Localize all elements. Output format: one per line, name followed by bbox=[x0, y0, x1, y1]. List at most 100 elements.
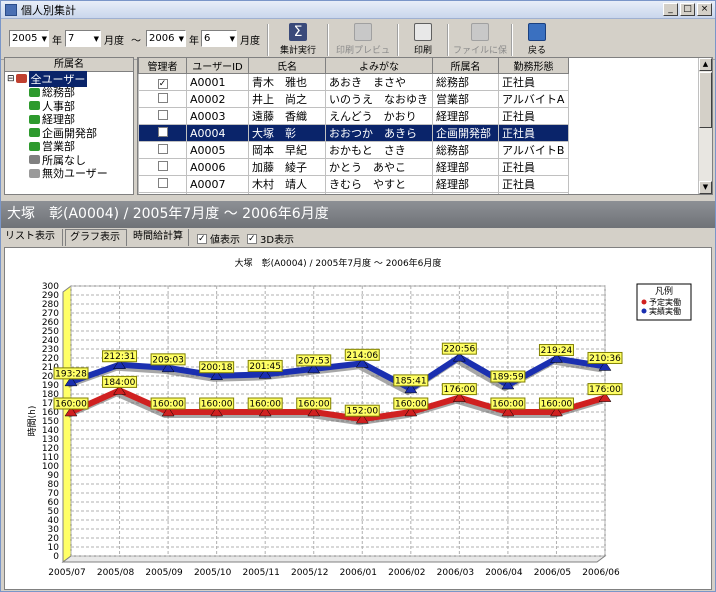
y-tick-label: 0 bbox=[53, 552, 59, 562]
to-month-select[interactable]: 6 ▼ bbox=[201, 30, 237, 47]
table-row[interactable]: A0004 大塚 彰おおつか あきら 企画開発部 正社員 bbox=[138, 124, 569, 142]
column-header[interactable]: 所属名 bbox=[432, 58, 499, 74]
cell-name: 岡本 早紀 bbox=[248, 141, 326, 159]
admin-cell[interactable] bbox=[138, 90, 187, 108]
tab-hourly-wage[interactable]: 時間給計算 bbox=[129, 229, 189, 246]
admin-cell[interactable] bbox=[138, 192, 187, 196]
cell-kana: いのうえ なおゆき bbox=[325, 90, 433, 108]
table-row[interactable]: A0002 井上 尚之 いのうえ なおゆき 営業部 アルバイトA bbox=[138, 90, 569, 108]
data-label: 152:00 bbox=[346, 407, 378, 417]
y-tick-label: 290 bbox=[42, 291, 59, 301]
close-button[interactable]: × bbox=[697, 3, 712, 16]
table-row[interactable]: A0005 岡本 早紀 おかもと さき 総務部 アルバイトB bbox=[138, 141, 569, 159]
y-tick-label: 190 bbox=[42, 381, 59, 391]
x-tick-label: 2006/04 bbox=[485, 568, 523, 578]
table-row[interactable]: A0003 遠藤 香織 えんどう かおり 経理部 正社員 bbox=[138, 107, 569, 125]
data-label: 160:00 bbox=[249, 400, 281, 410]
y-tick-label: 230 bbox=[42, 345, 59, 355]
maximize-button[interactable]: □ bbox=[680, 3, 695, 16]
legend-marker bbox=[641, 299, 647, 305]
show-values-checkbox[interactable]: ✓ 値表示 bbox=[197, 231, 240, 246]
cell-type: アルバイトB bbox=[498, 141, 569, 159]
tab-list[interactable]: リスト表示 bbox=[1, 229, 63, 246]
chevron-down-icon: ▼ bbox=[178, 35, 184, 43]
column-header[interactable]: よみがな bbox=[325, 58, 433, 74]
column-header[interactable]: 管理者 bbox=[138, 58, 187, 74]
checkbox-checked-icon[interactable]: ✓ bbox=[157, 78, 168, 89]
y-tick-label: 60 bbox=[48, 498, 60, 508]
data-label: 219:24 bbox=[541, 346, 573, 356]
data-label: 160:00 bbox=[55, 400, 87, 410]
app-window: 個人別集計 _ □ × 2005 ▼ 年 7 ▼ 月度 〜 2006 ▼ 年 6 ▼ 月… bbox=[0, 0, 716, 592]
back-button[interactable]: 戻る bbox=[519, 23, 555, 57]
cell-kana: かとう あやこ bbox=[325, 158, 433, 176]
cell-dept: 総務部 bbox=[432, 73, 499, 91]
cell-type: 正社員 bbox=[498, 175, 569, 193]
admin-cell[interactable] bbox=[138, 107, 187, 125]
scroll-thumb[interactable] bbox=[699, 72, 712, 128]
tree-node[interactable]: 無効ユーザー bbox=[5, 167, 133, 180]
chart-title: 大塚 彰(A0004) / 2005年7月度 〜 2006年6月度 bbox=[235, 257, 442, 269]
admin-cell[interactable]: ✓ bbox=[138, 73, 187, 91]
admin-cell[interactable] bbox=[138, 175, 187, 193]
minimize-button[interactable]: _ bbox=[663, 3, 678, 16]
x-tick-label: 2005/07 bbox=[48, 568, 85, 578]
checkbox-icon[interactable] bbox=[158, 195, 168, 196]
print-preview-button[interactable]: 印刷プレビュー bbox=[333, 23, 393, 69]
data-label: 160:00 bbox=[201, 400, 233, 410]
y-tick-label: 260 bbox=[42, 318, 59, 328]
checkbox-checked-icon: ✓ bbox=[247, 233, 257, 244]
run-aggregate-button[interactable]: Σ 集計実行 bbox=[273, 23, 323, 57]
tab-graph[interactable]: グラフ表示 bbox=[65, 229, 127, 246]
y-tick-label: 270 bbox=[42, 309, 59, 319]
chart-side-wall bbox=[62, 285, 72, 563]
folder-icon bbox=[29, 114, 40, 124]
show-3d-checkbox[interactable]: ✓ 3D表示 bbox=[247, 231, 294, 246]
data-label: 201:45 bbox=[249, 362, 281, 372]
y-tick-label: 50 bbox=[48, 507, 60, 517]
checkbox-icon[interactable] bbox=[157, 109, 168, 120]
data-label: 176:00 bbox=[589, 385, 621, 395]
scroll-down-icon[interactable]: ▼ bbox=[699, 181, 712, 194]
x-tick-label: 2006/05 bbox=[534, 568, 571, 578]
checkbox-icon[interactable] bbox=[157, 177, 168, 188]
cell-id: A0008 bbox=[186, 192, 249, 194]
admin-cell[interactable] bbox=[138, 124, 187, 142]
to-year-select[interactable]: 2006 ▼ bbox=[146, 30, 186, 47]
x-tick-label: 2005/09 bbox=[145, 568, 183, 578]
data-label: 160:00 bbox=[298, 400, 330, 410]
checkbox-icon[interactable] bbox=[157, 160, 168, 171]
data-label: 160:00 bbox=[541, 400, 573, 410]
y-tick-label: 240 bbox=[42, 336, 59, 346]
column-header[interactable]: ユーザーID bbox=[186, 58, 249, 74]
preview-icon bbox=[354, 23, 372, 41]
checkbox-icon[interactable] bbox=[157, 126, 168, 137]
checkbox-icon[interactable] bbox=[157, 92, 168, 103]
y-tick-label: 140 bbox=[42, 426, 59, 436]
table-row[interactable]: A0007 木村 靖人 きむら やすと 経理部 正社員 bbox=[138, 175, 569, 193]
save-to-file-button[interactable]: ファイルに保存 bbox=[453, 23, 507, 69]
y-tick-label: 120 bbox=[42, 444, 59, 454]
table-row[interactable]: ✓ A0001 青木 雅也 あおき まさや 総務部 正社員 bbox=[138, 73, 569, 91]
legend-entry: 実績実働 bbox=[649, 306, 681, 316]
cell-id: A0004 bbox=[186, 124, 249, 142]
from-year-select[interactable]: 2005 ▼ bbox=[9, 30, 49, 47]
column-header[interactable]: 氏名 bbox=[248, 58, 326, 74]
scroll-up-icon[interactable]: ▲ bbox=[699, 58, 712, 71]
from-month-select[interactable]: 7 ▼ bbox=[65, 30, 101, 47]
print-button[interactable]: 印刷 bbox=[403, 23, 443, 57]
table-row[interactable]: A0006 加藤 綾子 かとう あやこ 経理部 正社員 bbox=[138, 158, 569, 176]
table-row[interactable]: A0008佐藤 麻里さとう まり人事部正社員 bbox=[138, 192, 569, 196]
admin-cell[interactable] bbox=[138, 158, 187, 176]
collapse-icon[interactable]: ⊟ bbox=[7, 74, 15, 84]
legend-entry: 予定実働 bbox=[649, 297, 681, 307]
checkbox-icon[interactable] bbox=[157, 143, 168, 154]
title-bar: 個人別集計 _ □ × bbox=[1, 1, 715, 19]
x-tick-label: 2005/08 bbox=[97, 568, 135, 578]
cell-kana: おおつか あきら bbox=[325, 124, 433, 142]
column-header[interactable]: 勤務形態 bbox=[498, 58, 569, 74]
vertical-scrollbar[interactable]: ▲ ▼ bbox=[698, 58, 712, 194]
line-chart: 0102030405060708090100110120130140150 160… bbox=[27, 257, 692, 578]
admin-cell[interactable] bbox=[138, 141, 187, 159]
x-tick-label: 2005/11 bbox=[242, 568, 279, 578]
